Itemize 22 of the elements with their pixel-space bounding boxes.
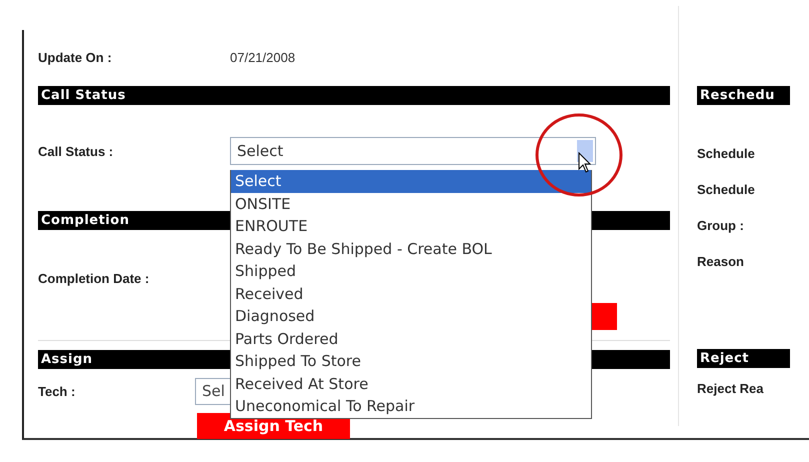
field-label: Schedule (697, 182, 755, 196)
section-header: Reschedu (697, 86, 790, 105)
field-value: 07/21/2008 (230, 50, 296, 67)
dropdown-option[interactable]: Ready To Be Shipped - Create BOL (231, 238, 591, 260)
field-label: Group : (697, 218, 744, 232)
dropdown-option[interactable]: Select (231, 170, 591, 192)
status-select[interactable]: Select (230, 137, 596, 165)
section-header: Call Status (38, 86, 670, 105)
dropdown-option[interactable]: Received (231, 282, 591, 305)
field-label: Tech : (38, 384, 76, 398)
field-label: Completion Date : (38, 270, 150, 286)
section-header: Reject (697, 349, 790, 368)
dropdown-option[interactable]: Diagnosed (231, 305, 591, 328)
field-label: Call Status : (38, 144, 114, 158)
field-label: Update On : (38, 50, 113, 67)
field-label: Reason (697, 254, 744, 268)
field-label: Schedule (697, 146, 755, 160)
dropdown-option[interactable]: Parts Ordered (231, 328, 591, 350)
cursor-icon (578, 152, 592, 174)
field-label: Reject Rea (697, 381, 764, 396)
dropdown-option[interactable]: Received At Store (231, 372, 591, 395)
dropdown-option[interactable]: Shipped (231, 260, 591, 282)
